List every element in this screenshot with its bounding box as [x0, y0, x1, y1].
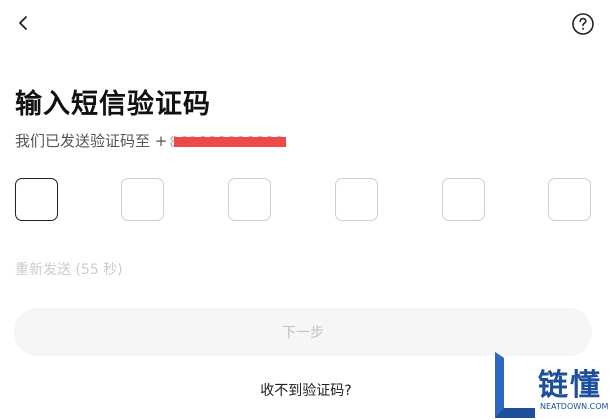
next-button[interactable]: 下一步	[14, 308, 592, 356]
redaction-bar	[174, 137, 287, 147]
watermark-l-logo-icon	[495, 352, 535, 418]
code-digit-4[interactable]	[335, 178, 378, 221]
code-digit-3[interactable]	[228, 178, 271, 221]
back-button[interactable]	[13, 12, 35, 34]
watermark-english: NEATDOWN.COM	[540, 402, 609, 411]
sent-to-label: 我们已发送验证码至 +	[15, 131, 168, 150]
watermark-logo: 链懂 NEATDOWN.COM	[495, 352, 612, 420]
page-title: 输入短信验证码	[15, 89, 211, 120]
code-digit-5[interactable]	[442, 178, 485, 221]
next-button-label: 下一步	[282, 325, 324, 341]
help-button[interactable]	[571, 12, 595, 36]
code-digit-2[interactable]	[121, 178, 164, 221]
watermark-chinese: 链懂	[538, 368, 602, 403]
chevron-left-icon	[19, 16, 27, 30]
sent-to-text: 我们已发送验证码至 + 861888888888	[15, 130, 287, 150]
code-digit-1[interactable]	[15, 178, 58, 221]
resend-countdown: 重新发送 (55 秒)	[15, 262, 123, 278]
code-digit-6[interactable]	[548, 178, 591, 221]
phone-number: 861888888888	[169, 133, 287, 147]
question-circle-icon	[572, 13, 594, 35]
